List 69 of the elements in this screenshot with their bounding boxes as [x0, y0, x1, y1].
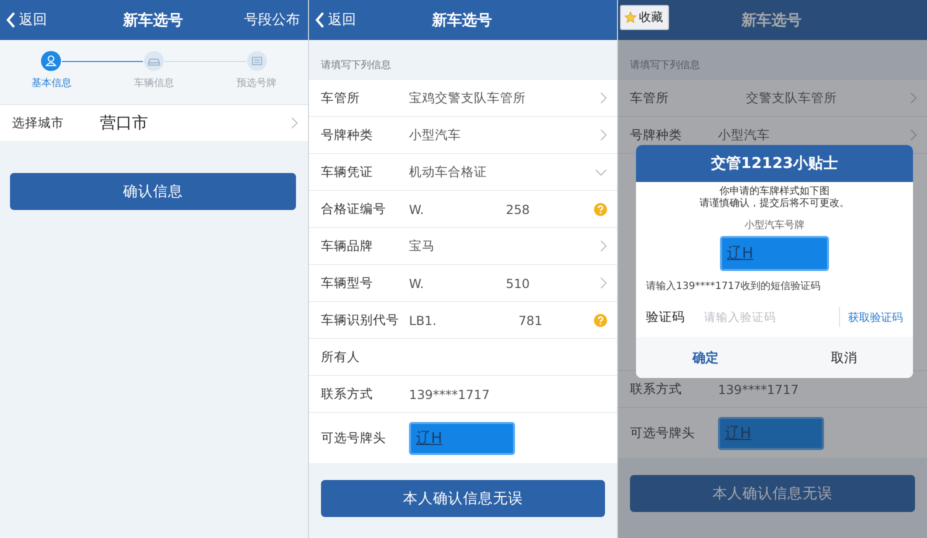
field-label: 车辆型号 — [321, 274, 374, 292]
confirm-info-button[interactable]: 本人确认信息无误 — [321, 480, 605, 517]
field-label: 选择城市 — [12, 114, 65, 132]
number-range-link[interactable]: 号段公布 — [230, 11, 300, 29]
back-button[interactable]: 返回 — [315, 11, 385, 29]
chevron-right-icon — [600, 277, 607, 289]
favorite-button[interactable]: 收藏 — [620, 5, 669, 30]
city-value[interactable]: 营口市 — [100, 112, 291, 134]
field-value: 小型汽车 — [718, 126, 770, 144]
field-value: 139****1717 — [718, 382, 799, 396]
cancel-button[interactable]: 取消 — [774, 337, 913, 378]
plate-type-label: 小型汽车号牌 — [744, 218, 804, 232]
chevron-right-icon — [910, 129, 917, 141]
dialog-message: 你申请的车牌样式如下图 — [720, 186, 830, 198]
chevron-right-icon — [600, 240, 607, 252]
chevron-down-icon — [595, 168, 607, 176]
field-label: 车辆识别代号 — [321, 312, 400, 328]
step-label: 基本信息 — [31, 76, 72, 90]
field-label: 号牌种类 — [321, 126, 374, 144]
page-title: 新车选号 — [742, 10, 802, 30]
step-label: 预选号牌 — [236, 76, 277, 90]
field-value: 宝马 — [409, 238, 435, 254]
back-icon — [315, 12, 325, 28]
sms-prompt: 请输入139****1717收到的短信验证码 — [646, 280, 821, 293]
field-label: 车管所 — [630, 90, 670, 106]
step-label: 车辆信息 — [134, 76, 174, 90]
code-label: 验证码 — [646, 308, 686, 326]
field-label: 合格证编号 — [321, 200, 387, 218]
field-label: 车辆凭证 — [321, 164, 374, 180]
star-icon — [624, 11, 637, 24]
section-header: 请填写下列信息 — [320, 58, 392, 73]
dialog-title: 交管12123小贴士 — [636, 145, 913, 182]
confirm-button[interactable]: 确定 — [636, 337, 774, 378]
field-label: 联系方式 — [630, 380, 683, 398]
confirm-info-button[interactable]: 本人确认信息无误 — [630, 475, 915, 512]
chevron-right-icon — [291, 117, 298, 129]
field-value: 258 — [506, 202, 530, 216]
field-value: W. — [409, 276, 424, 290]
chevron-right-icon — [910, 92, 917, 104]
field-label: 可选号牌头 — [321, 430, 387, 446]
help-icon[interactable] — [594, 202, 607, 216]
field-label: 车管所 — [321, 90, 361, 106]
field-label: 联系方式 — [321, 386, 374, 402]
field-label: 号牌种类 — [630, 126, 683, 144]
field-value: 小型汽车 — [409, 126, 461, 144]
field-value: 510 — [506, 276, 530, 290]
field-label: 所有人 — [321, 348, 361, 366]
field-value: 机动车合格证 — [409, 164, 487, 180]
field-label: 车辆品牌 — [321, 238, 374, 254]
code-input[interactable]: 请输入验证码 — [704, 307, 840, 327]
back-button[interactable]: 返回 — [6, 11, 76, 29]
field-value: 781 — [518, 312, 542, 328]
chevron-right-icon — [600, 92, 607, 104]
section-header: 请填写下列信息 — [629, 58, 701, 73]
plate-preview: 辽H — [720, 236, 829, 271]
field-value: 139****1717 — [409, 386, 490, 402]
field-value: LB1. — [409, 312, 436, 328]
dialog-message: 请谨慎确认，提交后将不可更改。 — [700, 198, 850, 210]
field-value: 交警支队车管所 — [746, 90, 837, 106]
page-title: 新车选号 — [432, 10, 492, 30]
field-label: 可选号牌头 — [630, 424, 696, 442]
page-title: 新车选号 — [123, 10, 183, 30]
chevron-right-icon — [600, 129, 607, 141]
field-value: 宝鸡交警支队车管所 — [409, 90, 526, 106]
confirm-button[interactable]: 确认信息 — [10, 173, 296, 210]
get-code-link[interactable]: 获取验证码 — [840, 310, 903, 324]
field-value: W. — [409, 202, 424, 216]
help-icon[interactable] — [594, 314, 607, 326]
back-icon — [6, 12, 16, 28]
